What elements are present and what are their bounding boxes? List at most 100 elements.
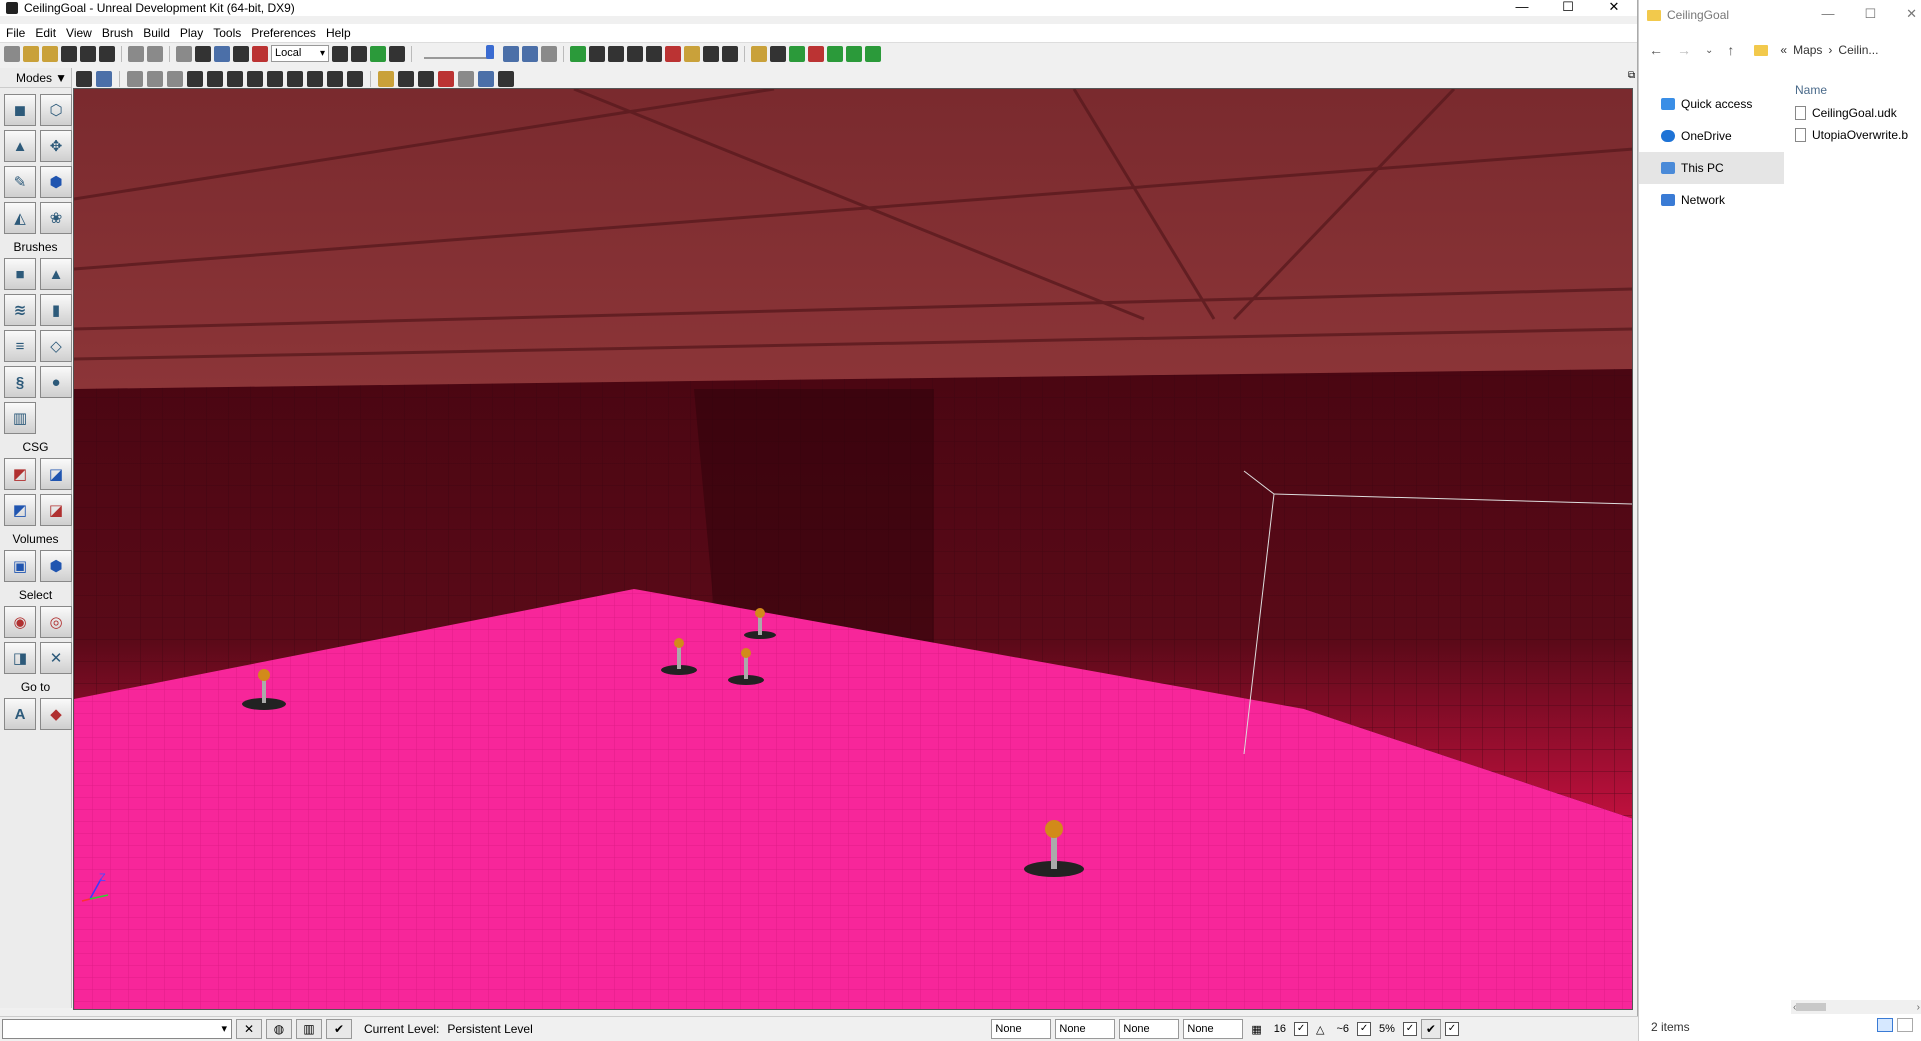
scale-snap-value[interactable]: 5% bbox=[1379, 1023, 1395, 1035]
volume-cube-icon[interactable]: ⬢ bbox=[40, 550, 72, 582]
hide-selected-icon[interactable]: ◎ bbox=[40, 606, 72, 638]
build-cover-icon[interactable] bbox=[627, 45, 643, 62]
game-view-icon[interactable] bbox=[522, 45, 538, 62]
perspective-viewport[interactable]: Z bbox=[73, 88, 1633, 1010]
build-stop-icon[interactable] bbox=[665, 45, 681, 62]
coordinate-system-select[interactable]: Local bbox=[271, 45, 329, 62]
back-arrow-icon[interactable]: ← bbox=[1649, 42, 1663, 58]
menu-edit[interactable]: Edit bbox=[35, 26, 56, 40]
game-g-icon[interactable] bbox=[347, 71, 363, 87]
volumetric-brush-icon[interactable]: ▥ bbox=[4, 402, 36, 434]
large-icons-view-icon[interactable] bbox=[1897, 1018, 1913, 1032]
grid-size-value[interactable]: 16 bbox=[1274, 1023, 1286, 1035]
menu-build[interactable]: Build bbox=[143, 26, 170, 40]
frame-icon[interactable] bbox=[458, 71, 474, 87]
path-ceilin[interactable]: Ceilin... bbox=[1838, 43, 1878, 57]
redo-icon[interactable] bbox=[147, 45, 163, 62]
find-icon[interactable] bbox=[332, 45, 348, 62]
matinee-icon[interactable] bbox=[389, 45, 405, 62]
grid-snap-checkbox[interactable]: ✓ bbox=[1294, 1022, 1309, 1036]
rotation-snap-value[interactable]: ~6 bbox=[1337, 1023, 1350, 1035]
build-paths-icon[interactable] bbox=[608, 45, 624, 62]
lock-icon[interactable] bbox=[378, 71, 394, 87]
landscape-icon[interactable]: ◭ bbox=[4, 202, 36, 234]
cube-brush-icon[interactable]: ■ bbox=[4, 258, 36, 290]
move-mode-icon[interactable]: ✥ bbox=[40, 130, 72, 162]
content-browser-icon[interactable] bbox=[351, 45, 367, 62]
menu-view[interactable]: View bbox=[66, 26, 92, 40]
perspective-p-icon[interactable] bbox=[76, 71, 92, 87]
file-item[interactable]: CeilingGoal.udk bbox=[1791, 102, 1921, 124]
explorer-minimize-button[interactable]: — bbox=[1821, 6, 1834, 22]
csg-deintersect-icon[interactable]: ◪ bbox=[40, 494, 72, 526]
maximize-button[interactable]: ☐ bbox=[1545, 0, 1591, 16]
camera-mode-icon[interactable]: ◼ bbox=[4, 94, 36, 126]
build-lighting-icon[interactable] bbox=[589, 45, 605, 62]
path-maps[interactable]: Maps bbox=[1793, 43, 1822, 57]
minimize-button[interactable]: — bbox=[1499, 0, 1545, 16]
menu-file[interactable]: File bbox=[6, 26, 25, 40]
linear-stair-icon[interactable]: ≡ bbox=[4, 330, 36, 362]
play-console-icon[interactable] bbox=[808, 45, 824, 62]
command-combo[interactable] bbox=[2, 1019, 232, 1039]
explorer-maximize-button[interactable]: ☐ bbox=[1864, 6, 1876, 22]
goto-builder-brush-icon[interactable]: ◆ bbox=[40, 698, 72, 730]
geometry-mode-icon[interactable]: ⬡ bbox=[40, 94, 72, 126]
new-map-icon[interactable] bbox=[4, 45, 20, 62]
file-item[interactable]: UtopiaOverwrite.b bbox=[1791, 124, 1921, 146]
scale-nonuniform-icon[interactable] bbox=[252, 45, 268, 62]
translate-tool-icon[interactable] bbox=[195, 45, 211, 62]
up-arrow-icon[interactable]: ↑ bbox=[1727, 42, 1734, 58]
lighting-info-view-icon[interactable] bbox=[327, 71, 343, 87]
column-header-name[interactable]: Name bbox=[1791, 78, 1921, 102]
rotate-tool-icon[interactable] bbox=[214, 45, 230, 62]
rotation-snap-checkbox[interactable]: ✓ bbox=[1357, 1022, 1372, 1036]
forward-arrow-icon[interactable]: → bbox=[1677, 42, 1691, 58]
map-check-icon[interactable] bbox=[703, 45, 719, 62]
brush-wireframe-icon[interactable] bbox=[127, 71, 143, 87]
goto-actor-icon[interactable]: A bbox=[4, 698, 36, 730]
kismet-icon[interactable] bbox=[370, 45, 386, 62]
details-view-icon[interactable] bbox=[1877, 1018, 1893, 1032]
camera-icon[interactable] bbox=[498, 71, 514, 87]
invert-selection-icon[interactable]: ◨ bbox=[4, 642, 36, 674]
star-icon[interactable] bbox=[541, 45, 557, 62]
recent-chevron-icon[interactable]: ⌄ bbox=[1705, 45, 1713, 56]
light-complexity-icon[interactable] bbox=[247, 71, 263, 87]
wireframe-icon[interactable] bbox=[147, 71, 163, 87]
save-icon[interactable] bbox=[61, 45, 77, 62]
level-grid-icon[interactable]: ▥ bbox=[296, 1019, 322, 1039]
shader-complexity-icon[interactable] bbox=[287, 71, 303, 87]
lit-icon[interactable] bbox=[187, 71, 203, 87]
lighting-info-icon[interactable] bbox=[684, 45, 700, 62]
cook-icon[interactable] bbox=[751, 45, 767, 62]
csg-add-icon[interactable]: ◩ bbox=[4, 458, 36, 490]
scroll-thumb[interactable] bbox=[1796, 1003, 1827, 1011]
open-map-icon[interactable] bbox=[23, 45, 39, 62]
console-icon[interactable] bbox=[770, 45, 786, 62]
terrain-mode-icon[interactable]: ▲ bbox=[4, 130, 36, 162]
show-selected-icon[interactable]: ◉ bbox=[4, 606, 36, 638]
mesh-paint-icon[interactable]: ⬢ bbox=[40, 166, 72, 198]
autosave-checkbox[interactable]: ✓ bbox=[1444, 1022, 1459, 1036]
unlit-icon[interactable] bbox=[167, 71, 183, 87]
stats-icon[interactable] bbox=[722, 45, 738, 62]
stats-view-icon[interactable] bbox=[438, 71, 454, 87]
detail-lighting-icon[interactable] bbox=[207, 71, 223, 87]
play-on-pc-icon[interactable] bbox=[789, 45, 805, 62]
build-all-icon[interactable] bbox=[646, 45, 662, 62]
foliage-icon[interactable]: ❀ bbox=[40, 202, 72, 234]
close-button[interactable]: ✕ bbox=[1591, 0, 1637, 16]
realtime-icon[interactable] bbox=[503, 45, 519, 62]
menu-preferences[interactable]: Preferences bbox=[251, 26, 316, 40]
camera-speed-slider[interactable] bbox=[424, 44, 494, 59]
eye-icon[interactable] bbox=[398, 71, 414, 87]
horizontal-scrollbar[interactable]: ‹ › bbox=[1791, 1000, 1921, 1014]
nav-network[interactable]: Network bbox=[1639, 184, 1784, 216]
address-bar[interactable]: « Maps › Ceilin... bbox=[1754, 43, 1878, 57]
play-in-editor-icon[interactable] bbox=[865, 45, 881, 62]
csg-subtract-icon[interactable]: ◪ bbox=[40, 458, 72, 490]
scale-tool-icon[interactable] bbox=[233, 45, 249, 62]
nav-quick-access[interactable]: Quick access bbox=[1639, 88, 1784, 120]
menu-tools[interactable]: Tools bbox=[213, 26, 241, 40]
